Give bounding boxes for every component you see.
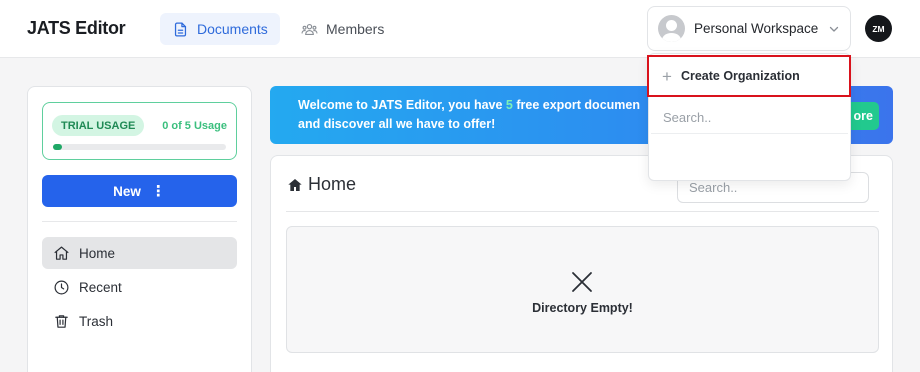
main-divider (286, 211, 879, 212)
tab-documents[interactable]: Documents (160, 13, 280, 45)
trial-progress-bar (53, 144, 226, 150)
dropdown-search-input[interactable] (651, 102, 848, 134)
app-logo[interactable]: JATS Editor (27, 18, 126, 39)
trial-badge: TRIAL USAGE (52, 115, 145, 136)
sidebar-item-home[interactable]: Home (42, 237, 237, 269)
workspace-label: Personal Workspace (694, 21, 819, 36)
page-title: Home (287, 174, 356, 195)
banner-line1-suffix: free export documen (512, 98, 640, 112)
new-button-label: New (113, 183, 141, 199)
trial-usage-card: TRIAL USAGE 0 of 5 Usage (42, 102, 237, 160)
close-icon (572, 272, 592, 292)
chevron-down-icon (829, 26, 839, 32)
home-icon (288, 178, 302, 191)
create-organization-item[interactable]: + Create Organization (647, 55, 851, 97)
tab-members[interactable]: Members (289, 13, 396, 45)
banner-text: Welcome to JATS Editor, you have 5 free … (298, 96, 640, 134)
empty-state-text: Directory Empty! (532, 301, 633, 315)
clock-icon (54, 280, 69, 294)
plus-icon: + (662, 66, 672, 86)
sidebar-item-recent[interactable]: Recent (42, 271, 237, 303)
tab-members-label: Members (326, 21, 385, 37)
main-panel: Home Directory Empty! (270, 155, 893, 372)
workspace-switcher[interactable]: Personal Workspace (647, 6, 851, 51)
sidebar-divider (42, 221, 237, 222)
more-vertical-icon: ⋮ (150, 183, 166, 200)
banner-line1-prefix: Welcome to JATS Editor, you have (298, 98, 506, 112)
create-organization-label: Create Organization (680, 69, 800, 83)
sidebar-item-label: Recent (79, 279, 122, 295)
sidebar-item-trash[interactable]: Trash (42, 305, 237, 337)
new-button[interactable]: New ⋮ (42, 175, 237, 207)
workspace-dropdown: + Create Organization (647, 53, 851, 181)
home-icon (54, 246, 69, 260)
user-avatar[interactable]: ZM (865, 15, 892, 42)
sidebar-item-label: Home (79, 245, 116, 261)
page-title-text: Home (308, 174, 357, 194)
workspace-avatar (658, 15, 685, 42)
empty-state: Directory Empty! (286, 226, 879, 353)
top-bar: JATS Editor Documents Members Personal W… (0, 0, 920, 58)
trial-progress-fill (53, 144, 62, 150)
banner-highlight: 5 (505, 98, 513, 112)
users-icon (301, 23, 318, 35)
trial-usage-count: 0 of 5 Usage (162, 120, 227, 132)
sidebar: TRIAL USAGE 0 of 5 Usage New ⋮ Home Rece… (27, 86, 252, 372)
tab-documents-label: Documents (197, 21, 268, 37)
document-icon (174, 21, 187, 37)
banner-line2: and discover all we have to offer! (298, 117, 496, 131)
sidebar-item-label: Trash (79, 313, 114, 329)
trash-icon (55, 314, 68, 328)
